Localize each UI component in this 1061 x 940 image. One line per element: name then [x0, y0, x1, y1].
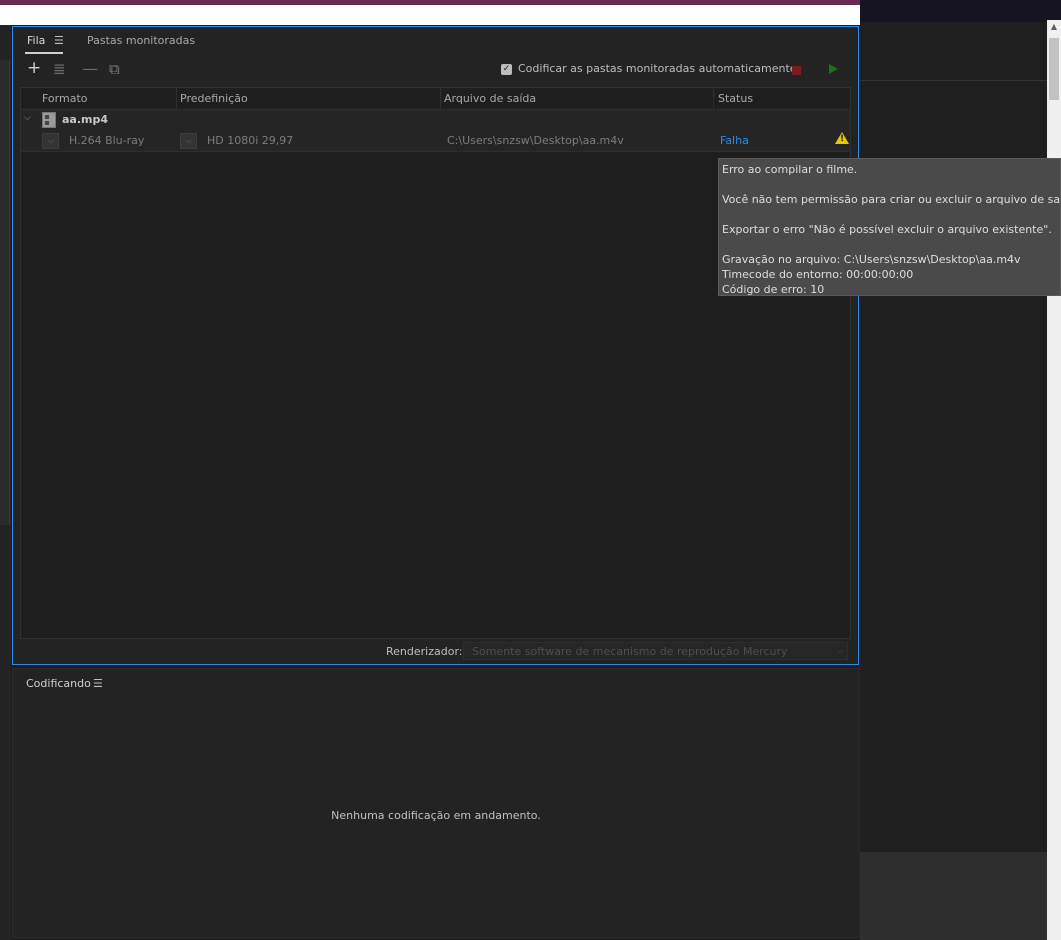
queue-panel: Fila ☰ Pastas monitoradas + ≣ — ⧉ ✓ Codi…	[12, 26, 859, 665]
renderer-label: Renderizador:	[386, 645, 463, 658]
output-file-value[interactable]: C:\Users\snzsw\Desktop\aa.m4v	[447, 134, 624, 147]
header-separator[interactable]	[440, 88, 441, 108]
tooltip-line: Timecode do entorno: 00:00:00:00	[722, 268, 914, 281]
queue-item-row[interactable]: ⌵ H.264 Blu-ray ⌵ HD 1080i 29,97 C:\User…	[21, 130, 850, 152]
encoding-empty-message: Nenhuma codificação em andamento.	[331, 809, 541, 822]
tooltip-line: Gravação no arquivo: C:\Users\snzsw\Desk…	[722, 253, 1021, 266]
queue-menu-icon[interactable]: ☰	[54, 34, 64, 47]
source-file-name: aa.mp4	[62, 113, 109, 126]
tooltip-line: Exportar o erro "Não é possível excluir …	[722, 223, 1052, 236]
right-dark-strip	[860, 0, 1061, 22]
auto-encode-label: Codificar as pastas monitoradas automati…	[518, 62, 797, 75]
warning-mark: !	[840, 134, 845, 144]
active-tab-underline	[25, 52, 63, 54]
chevron-down-icon[interactable]: ⌵	[24, 113, 31, 123]
tooltip-line: Você não tem permissão para criar ou exc…	[722, 193, 1061, 206]
right-divider	[860, 80, 1047, 81]
auto-encode-checkbox[interactable]: ✓	[501, 64, 512, 75]
renderer-value: Somente software de mecanismo de reprodu…	[472, 645, 788, 658]
stop-queue-button[interactable]	[792, 66, 801, 75]
tab-watch-folders[interactable]: Pastas monitoradas	[87, 34, 195, 47]
export-settings-icon[interactable]: ≣	[53, 61, 66, 77]
error-tooltip: Erro ao compilar o filme. Você não tem p…	[718, 158, 1061, 296]
status-failed-link[interactable]: Falha	[720, 134, 749, 147]
top-white-strip	[0, 5, 860, 25]
film-icon	[42, 112, 56, 128]
start-queue-button[interactable]	[829, 64, 838, 74]
format-dropdown-icon[interactable]: ⌵	[42, 133, 59, 149]
header-separator[interactable]	[176, 88, 177, 108]
encoding-title[interactable]: Codificando	[26, 677, 91, 690]
queue-group-row[interactable]: ⌵ aa.mp4	[21, 109, 850, 131]
encoding-panel: Codificando ☰ Nenhuma codificação em and…	[12, 668, 860, 938]
encoding-menu-icon[interactable]: ☰	[93, 677, 103, 690]
header-preset[interactable]: Predefinição	[180, 92, 248, 105]
tab-queue[interactable]: Fila	[27, 34, 45, 47]
duplicate-icon[interactable]: ⧉	[109, 61, 120, 77]
header-output-file[interactable]: Arquivo de saída	[444, 92, 536, 105]
right-bottom-panel	[860, 852, 1047, 940]
left-panel-inner	[0, 60, 10, 525]
header-separator[interactable]	[713, 88, 714, 108]
scroll-up-icon[interactable]: ▲	[1047, 20, 1061, 34]
scrollbar-thumb[interactable]	[1049, 38, 1059, 100]
preset-value[interactable]: HD 1080i 29,97	[207, 134, 293, 147]
tooltip-line: Erro ao compilar o filme.	[722, 163, 858, 176]
add-source-icon[interactable]: +	[27, 60, 41, 77]
tooltip-line: Código de erro: 10	[722, 283, 825, 296]
remove-icon[interactable]: —	[82, 61, 98, 77]
format-value[interactable]: H.264 Blu-ray	[69, 134, 144, 147]
right-background-panel	[860, 22, 1047, 852]
header-format[interactable]: Formato	[42, 92, 88, 105]
renderer-select[interactable]: Somente software de mecanismo de reprodu…	[463, 642, 848, 660]
header-status[interactable]: Status	[718, 92, 753, 105]
preset-dropdown-icon[interactable]: ⌵	[180, 133, 197, 149]
chevron-down-icon: ⌵	[836, 646, 843, 656]
